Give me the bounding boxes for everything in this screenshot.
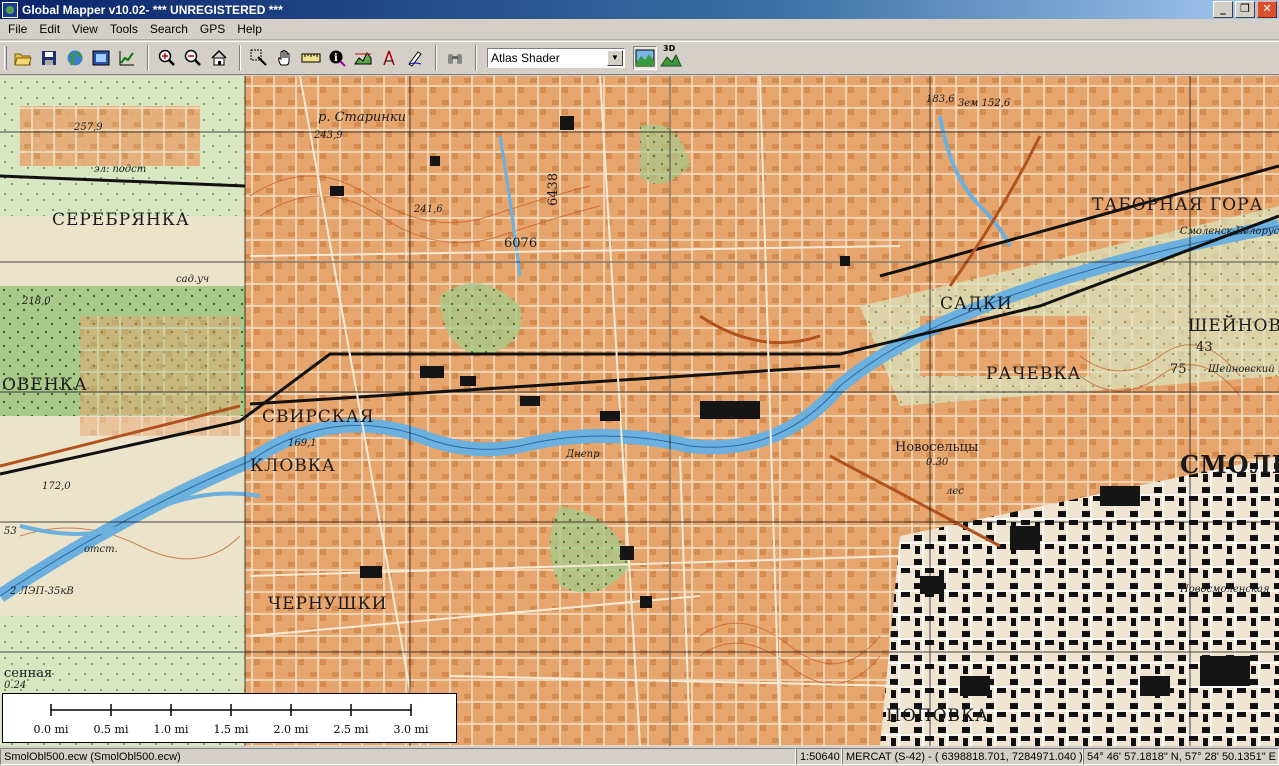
toolbar-separator (239, 45, 241, 71)
map-label-el-post: эл. подст (94, 164, 147, 175)
map-label-novoseltsy-height: 0.30 (926, 457, 949, 468)
scale-label-2: 1.0 mi (153, 723, 189, 736)
svg-text:i: i (334, 53, 338, 64)
zoom-out-icon[interactable] (181, 46, 205, 70)
map-label-h243: 243,9 (314, 130, 343, 141)
status-latlon: 54° 46' 57.1818" N, 57° 28' 50.1351" E (1083, 748, 1279, 765)
open-folder-icon[interactable] (11, 46, 35, 70)
menu-tools[interactable]: Tools (104, 20, 144, 38)
map-label-sennaya: сенная (4, 666, 53, 681)
map-label-h75: 75 (1170, 362, 1187, 377)
map-label-lep: 2 ЛЭП-35кВ (10, 586, 74, 597)
binoculars-icon[interactable] (443, 46, 467, 70)
home-icon[interactable] (207, 46, 231, 70)
toolbar-separator (475, 45, 477, 71)
map-label-h172: 172,0 (42, 481, 71, 492)
app-globe-icon (2, 1, 18, 18)
map-label-serebryanka: СЕРЕБРЯНКА (52, 210, 190, 230)
digitize-icon[interactable] (403, 46, 427, 70)
topographic-map (0, 76, 1279, 746)
info-icon[interactable]: i (325, 46, 349, 70)
map-label-tabornaya-gora: ТАБОРНАЯ ГОРА (1092, 195, 1264, 215)
map-label-ovenka: ОВЕНКА (2, 375, 88, 395)
toolbar: i Atlas Shader ▼ 3D (0, 41, 1279, 75)
map-label-novoseltsy: Новосельцы (895, 440, 979, 455)
map-label-klovka: КЛОВКА (250, 456, 336, 476)
map-label-h257: 257,9 (74, 122, 103, 133)
save-icon[interactable] (37, 46, 61, 70)
map-label-otst: отст. (84, 544, 118, 555)
map-label-sennaya-height: 0.24 (4, 680, 27, 691)
global-mapper-window: Global Mapper v10.02- *** UNREGISTERED *… (0, 0, 1279, 766)
map-label-starinki: р. Старинки (318, 110, 407, 125)
3d-label: 3D (663, 44, 676, 53)
chevron-down-icon[interactable]: ▼ (607, 50, 623, 66)
map-label-h218: 218,0 (22, 296, 51, 307)
toolbar-separator (435, 45, 437, 71)
map-label-dnepr: Днепр (566, 449, 600, 460)
map-label-h43: 43 (1196, 340, 1213, 355)
path-profile-icon[interactable] (351, 46, 375, 70)
scale-label-5: 2.5 mi (333, 723, 369, 736)
window-title: Global Mapper v10.02- *** UNREGISTERED *… (22, 2, 283, 17)
map-label-les: лес (946, 486, 964, 497)
window-controls: _ ❐ ✕ (1213, 1, 1277, 18)
map-label-chernushki: ЧЕРНУШКИ (268, 594, 388, 614)
scale-ruler (50, 704, 412, 716)
minimize-button[interactable]: _ (1213, 1, 1233, 18)
map-label-h169: 169,1 (288, 438, 317, 449)
scale-label-6: 3.0 mi (393, 723, 429, 736)
map-label-h241: 241,6 (414, 204, 443, 215)
menu-view[interactable]: View (66, 20, 104, 38)
status-projection: MERCAT (S-42) - ( 6398818.701, 7284971.0… (842, 748, 1083, 765)
3d-view-icon[interactable]: 3D (659, 44, 683, 70)
map-label-sad-uch: сад.уч (176, 274, 210, 285)
menu-gps[interactable]: GPS (194, 20, 231, 38)
globe-icon[interactable] (63, 46, 87, 70)
shader-icon[interactable] (633, 46, 657, 70)
zoom-box-icon[interactable] (247, 46, 271, 70)
toolbar-separator (147, 45, 149, 71)
map-label-rachevka: РАЧЕВКА (986, 364, 1082, 384)
map-label-novosmolenskaya: Новосмоленская (1180, 584, 1270, 595)
status-bar: SmolObl500.ecw (SmolObl500.ecw) 1:50640 … (0, 747, 1279, 766)
map-label-grid-6438: 6438 (546, 172, 561, 206)
menu-help[interactable]: Help (231, 20, 268, 38)
menu-edit[interactable]: Edit (33, 20, 66, 38)
digitizer-icon[interactable] (115, 46, 139, 70)
map-label-svirskaya: СВИРСКАЯ (262, 407, 375, 427)
close-button[interactable]: ✕ (1257, 1, 1277, 18)
status-scale: 1:50640 (796, 748, 842, 765)
scale-label-3: 1.5 mi (213, 723, 249, 736)
map-label-zem: Зем 152,6 (958, 98, 1011, 109)
map-label-sheinovka: ШЕЙНОВК (1188, 316, 1279, 336)
shader-value: Atlas Shader (491, 51, 560, 65)
view-shed-icon[interactable] (377, 46, 401, 70)
maximize-button[interactable]: ❐ (1235, 1, 1255, 18)
toolbar-grip[interactable] (4, 46, 7, 70)
scale-label-0: 0.0 mi (33, 723, 69, 736)
scale-bar: 0.0 mi 0.5 mi 1.0 mi 1.5 mi 2.0 mi 2.5 m… (2, 693, 457, 743)
scale-label-1: 0.5 mi (93, 723, 129, 736)
map-label-karier: Шейновский карьер (1208, 364, 1279, 375)
title-bar[interactable]: Global Mapper v10.02- *** UNREGISTERED *… (0, 0, 1279, 19)
map-canvas[interactable]: СЕРЕБРЯНКА ОВЕНКА СВИРСКАЯ КЛОВКА ЧЕРНУШ… (0, 76, 1279, 746)
map-label-smolensk: СМОЛЕ (1180, 450, 1279, 479)
menu-bar: File Edit View Tools Search GPS Help (0, 19, 1279, 40)
map-label-popovka: ПОПОВКА (886, 706, 990, 726)
menu-file[interactable]: File (2, 20, 33, 38)
scale-label-4: 2.0 mi (273, 723, 309, 736)
status-file: SmolObl500.ecw (SmolObl500.ecw) (0, 748, 796, 765)
map-label-h183: 183,6 (926, 94, 955, 105)
config-icon[interactable] (89, 46, 113, 70)
pan-hand-icon[interactable] (273, 46, 297, 70)
shader-dropdown[interactable]: Atlas Shader ▼ (487, 48, 625, 68)
map-label-smolensk-belorussky: Смоленск-Белорусс (1180, 226, 1279, 237)
map-label-h53: 53 (4, 526, 17, 537)
map-label-grid-6076: 6076 (504, 236, 538, 251)
zoom-in-icon[interactable] (155, 46, 179, 70)
map-label-sadki: САДКИ (940, 294, 1013, 314)
measure-icon[interactable] (299, 46, 323, 70)
menu-search[interactable]: Search (144, 20, 194, 38)
